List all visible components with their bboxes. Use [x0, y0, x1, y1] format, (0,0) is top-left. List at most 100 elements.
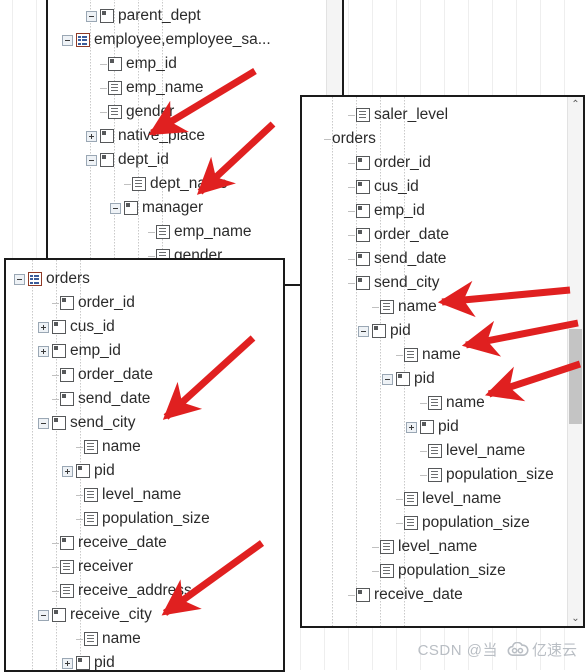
tree-row[interactable]: pid — [310, 319, 583, 343]
tree-row[interactable]: receive_city — [14, 603, 283, 627]
tree-row-label: name — [422, 346, 461, 363]
tree-row-label: level_name — [102, 486, 182, 503]
tree-row-label: name — [102, 630, 141, 647]
tree-row[interactable]: order_id — [310, 151, 583, 175]
tree-row-label: pid — [390, 322, 411, 339]
tree-row[interactable]: emp_id — [14, 339, 283, 363]
tree-row[interactable]: level_name — [14, 483, 283, 507]
tree-row[interactable]: receive_address — [14, 579, 283, 603]
tree-rows[interactable]: parent_dept employee,employee_sa... emp_id… — [48, 0, 342, 268]
expand-node-icon[interactable] — [38, 321, 49, 333]
watermark-brand-text: 亿速云 — [531, 642, 577, 659]
column-key-icon — [356, 252, 370, 266]
tree-row[interactable]: name — [14, 627, 283, 651]
column-key-icon — [356, 228, 370, 242]
tree-row[interactable]: name — [14, 435, 283, 459]
tree-row-label: send_city — [70, 414, 136, 431]
expand-node-icon[interactable] — [86, 130, 97, 142]
collapse-node-icon[interactable] — [86, 10, 97, 22]
tree-row-label: receiver — [78, 558, 134, 575]
column-key-icon — [356, 156, 370, 170]
tree-row-label: saler_level — [374, 106, 449, 123]
tree-row[interactable]: send_city — [310, 271, 583, 295]
tree-row-label: emp_name — [126, 79, 204, 96]
tree-row[interactable]: receive_date — [310, 583, 583, 607]
tree-connector — [324, 138, 331, 140]
collapse-node-icon[interactable] — [38, 417, 49, 429]
tree-row[interactable]: saler_level — [310, 103, 583, 127]
column-key-icon — [100, 9, 114, 23]
tree-connector — [100, 87, 107, 89]
expand-node-icon[interactable] — [62, 465, 73, 477]
tree-row[interactable]: send_city — [14, 411, 283, 435]
tree-row[interactable]: name — [310, 343, 583, 367]
scrollbar-right-panel[interactable]: ⌃ ⌄ — [567, 97, 583, 626]
tree-row-label: cus_id — [374, 178, 419, 195]
column-key-icon — [60, 368, 74, 382]
tree-row[interactable]: order_date — [310, 223, 583, 247]
tree-connector — [372, 306, 379, 308]
tree-rows[interactable]: orders order_id cus_id emp_id order_date send… — [6, 260, 283, 670]
tree-row[interactable]: orders — [310, 127, 583, 151]
expand-node-icon[interactable] — [62, 657, 73, 669]
tree-row[interactable]: orders — [14, 267, 283, 291]
tree-connector — [76, 518, 83, 520]
collapse-node-icon[interactable] — [38, 609, 49, 621]
column-text-icon — [60, 560, 74, 574]
tree-panel-left[interactable]: orders order_id cus_id emp_id order_date send… — [4, 258, 285, 672]
tree-row[interactable]: level_name — [310, 487, 583, 511]
expand-node-icon[interactable] — [406, 421, 417, 433]
tree-row[interactable]: pid — [14, 651, 283, 670]
tree-row[interactable]: pid — [310, 367, 583, 391]
collapse-node-icon[interactable] — [358, 325, 369, 337]
tree-row-label: name — [446, 394, 485, 411]
collapse-node-icon[interactable] — [382, 373, 393, 385]
tree-connector — [52, 302, 59, 304]
tree-row[interactable]: population_size — [14, 507, 283, 531]
tree-row[interactable]: receive_date — [14, 531, 283, 555]
watermark-csdn: CSDN @当 — [417, 642, 498, 659]
collapse-node-icon[interactable] — [86, 154, 97, 166]
tree-row-label: emp_id — [70, 342, 121, 359]
tree-row[interactable]: population_size — [310, 511, 583, 535]
tree-row[interactable]: name — [310, 391, 583, 415]
column-text-icon — [380, 564, 394, 578]
tree-connector — [348, 282, 355, 284]
scrollbar-thumb[interactable] — [569, 329, 582, 424]
tree-row[interactable]: name — [310, 295, 583, 319]
tree-panel-right[interactable]: saler_levelorders order_id cus_id emp_id ord… — [300, 95, 585, 628]
tree-row[interactable]: send_date — [310, 247, 583, 271]
tree-row[interactable]: order_date — [14, 363, 283, 387]
expand-node-icon[interactable] — [38, 345, 49, 357]
scroll-down-icon[interactable]: ⌄ — [568, 611, 583, 626]
tree-row[interactable]: population_size — [310, 463, 583, 487]
tree-row[interactable]: population_size — [310, 559, 583, 583]
tree-row[interactable]: parent_dept — [62, 4, 342, 28]
tree-connector — [52, 590, 59, 592]
tree-row[interactable]: receiver — [14, 555, 283, 579]
tree-rows[interactable]: saler_levelorders order_id cus_id emp_id ord… — [302, 97, 583, 607]
tree-row-label: orders — [332, 130, 376, 147]
tree-row[interactable]: employee,employee_sa... — [62, 28, 342, 52]
tree-row[interactable]: cus_id — [14, 315, 283, 339]
collapse-node-icon[interactable] — [14, 273, 25, 285]
collapse-node-icon[interactable] — [62, 34, 73, 46]
tree-row[interactable]: cus_id — [310, 175, 583, 199]
tree-connector — [148, 255, 155, 257]
column-text-icon — [404, 492, 418, 506]
column-key-icon — [60, 296, 74, 310]
column-text-icon — [84, 488, 98, 502]
tree-connector — [52, 398, 59, 400]
tree-row[interactable]: emp_id — [310, 199, 583, 223]
collapse-node-icon[interactable] — [110, 202, 121, 214]
tree-connector — [348, 258, 355, 260]
tree-row[interactable]: emp_id — [62, 52, 342, 76]
tree-row[interactable]: pid — [310, 415, 583, 439]
tree-row[interactable]: send_date — [14, 387, 283, 411]
tree-row[interactable]: order_id — [14, 291, 283, 315]
tree-row[interactable]: level_name — [310, 535, 583, 559]
tree-row-label: receive_date — [78, 534, 167, 551]
tree-row[interactable]: pid — [14, 459, 283, 483]
scroll-up-icon[interactable]: ⌃ — [568, 97, 583, 112]
tree-row[interactable]: level_name — [310, 439, 583, 463]
